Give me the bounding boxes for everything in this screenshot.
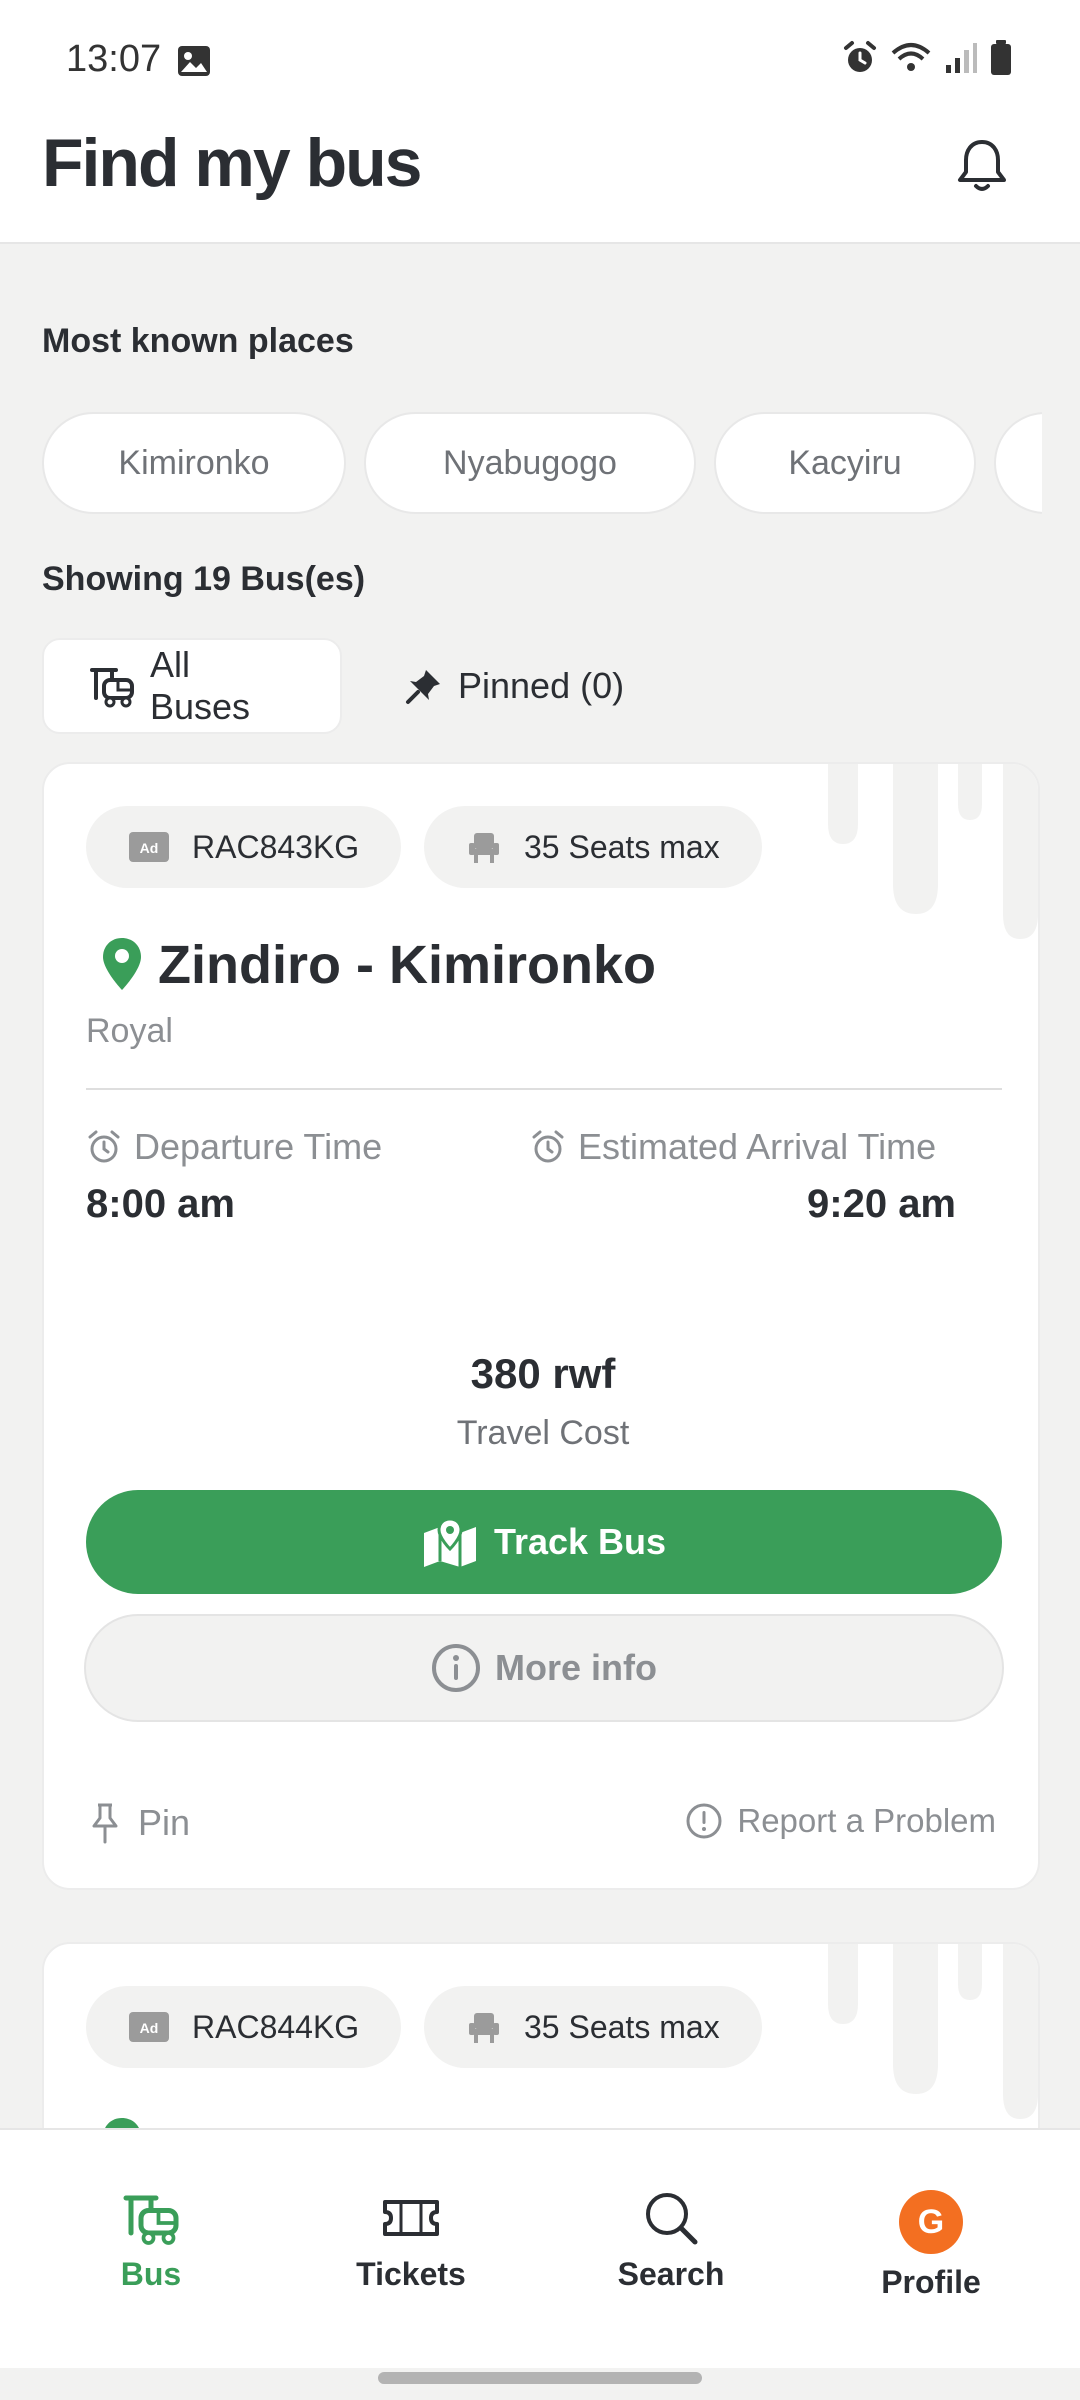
places-list: Kimironko Nyabugogo Kacyiru [42, 412, 1042, 516]
departure-label: Departure Time [86, 1126, 382, 1168]
status-icons [842, 40, 1012, 76]
nav-bus[interactable]: Bus [51, 2190, 251, 2293]
plate-badge: Ad RAC843KG [86, 806, 402, 888]
plate-badge: Ad RAC844KG [86, 1986, 402, 2068]
info-icon [432, 1644, 480, 1692]
report-problem-label: Report a Problem [737, 1802, 996, 1839]
arrival-label-text: Estimated Arrival Time [578, 1126, 937, 1167]
report-problem-button[interactable]: Report a Problem [685, 1802, 996, 1840]
alert-circle-icon [686, 1803, 722, 1839]
travel-cost: 380 rwf [470, 1350, 616, 1397]
bottom-nav: Bus Tickets Search G Profile [0, 2128, 1080, 2368]
plate-icon: Ad [129, 2012, 169, 2042]
places-title: Most known places [42, 322, 354, 360]
signal-icon [946, 43, 977, 73]
plate-icon: Ad [129, 832, 169, 862]
battery-icon [991, 40, 1011, 75]
departure-time: 8:00 am [86, 1182, 235, 1226]
operator-name: Royal [86, 1012, 173, 1050]
tab-pinned-label: Pinned (0) [458, 665, 625, 706]
location-pin-icon [103, 938, 141, 990]
bell-icon[interactable] [950, 134, 1014, 198]
pin-outline-icon [92, 1803, 118, 1844]
nav-profile-label: Profile [881, 2264, 981, 2300]
bus-icon [89, 668, 134, 708]
travel-cost-label: Travel Cost [456, 1414, 630, 1452]
tab-all-buses[interactable]: All Buses [42, 638, 342, 734]
more-info-label: More info [495, 1647, 657, 1688]
wifi-icon [891, 43, 931, 71]
gallery-icon [178, 46, 210, 76]
plate-number: RAC844KG [192, 2008, 360, 2045]
pin-label: Pin [138, 1802, 191, 1843]
bus-card[interactable]: Ad RAC843KG 35 Seats max Zindiro - Kimir… [42, 762, 1040, 1890]
results-summary: Showing 19 Bus(es) [42, 560, 366, 598]
place-chip-kimironko[interactable]: Kimironko [42, 412, 346, 514]
seats-count: 35 Seats max [524, 828, 720, 865]
map-pin-icon [423, 1517, 476, 1567]
seats-badge: 35 Seats max [424, 1986, 762, 2068]
pin-icon [406, 670, 440, 704]
place-chip-nyabugogo[interactable]: Nyabugogo [364, 412, 696, 514]
alarm-clock-icon [532, 1130, 564, 1163]
alarm-clock-icon [88, 1130, 120, 1163]
pin-button[interactable]: Pin [86, 1802, 190, 1844]
seat-icon [469, 833, 499, 863]
route-title: Zindiro - Kimironko [158, 935, 656, 995]
decorative-drip [828, 764, 1038, 939]
nav-search-label: Search [617, 2256, 725, 2292]
status-time: 13:07 [66, 38, 162, 80]
svg-text:Ad: Ad [140, 840, 159, 856]
departure-label-text: Departure Time [134, 1126, 383, 1167]
more-info-button[interactable]: More info [84, 1614, 1004, 1722]
home-indicator[interactable] [378, 2372, 702, 2384]
page-title: Find my bus [42, 125, 422, 201]
ticket-icon [383, 2200, 439, 2236]
bus-icon [123, 2195, 179, 2245]
arrival-time: 9:20 am [807, 1182, 956, 1226]
search-icon [646, 2193, 698, 2245]
avatar: G [899, 2190, 963, 2254]
nav-bus-label: Bus [120, 2256, 182, 2292]
top-bar: 13:07 Find my bus [0, 0, 1080, 244]
plate-number: RAC843KG [192, 828, 360, 865]
track-bus-label: Track Bus [493, 1521, 667, 1562]
svg-text:Ad: Ad [140, 2020, 159, 2036]
place-chip-kacyiru[interactable]: Kacyiru [714, 412, 976, 514]
seats-count: 35 Seats max [524, 2008, 720, 2045]
nav-tickets-label: Tickets [356, 2256, 466, 2292]
place-chip-more[interactable] [994, 412, 1042, 514]
nav-profile[interactable]: G Profile [831, 2190, 1031, 2301]
tab-all-buses-label: All Buses [149, 644, 251, 727]
filter-tabs: All Buses Pinned (0) [42, 638, 668, 734]
nav-search[interactable]: Search [571, 2190, 771, 2293]
nav-tickets[interactable]: Tickets [311, 2190, 511, 2293]
arrival-label: Estimated Arrival Time [530, 1126, 936, 1168]
alarm-icon [844, 41, 876, 72]
seats-badge: 35 Seats max [424, 806, 762, 888]
seat-icon [469, 2013, 499, 2043]
decorative-drip [828, 1944, 1038, 2119]
tab-pinned[interactable]: Pinned (0) [360, 638, 668, 734]
divider [86, 1088, 1002, 1090]
track-bus-button[interactable]: Track Bus [86, 1490, 1002, 1594]
